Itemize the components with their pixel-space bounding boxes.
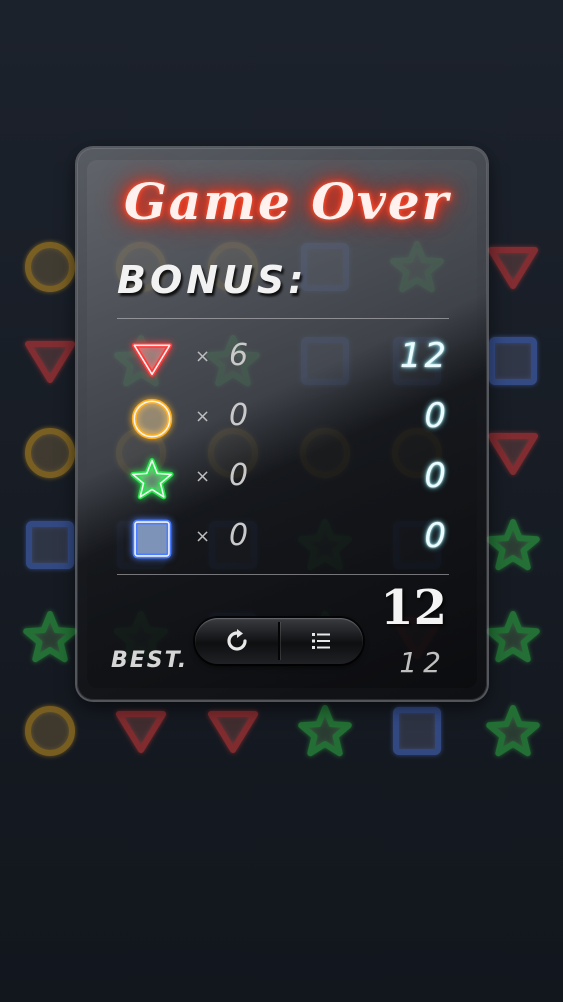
board-piece-star xyxy=(482,514,544,576)
top-divider xyxy=(117,318,449,319)
game-over-dialog: Game Over BONUS: × 6 12 × 0 0 × 0 0 × 0 … xyxy=(77,148,487,700)
bonus-row-circle: × 0 0 xyxy=(117,392,449,448)
board-piece-triangle xyxy=(110,700,172,762)
board-piece-star xyxy=(482,700,544,762)
board-piece-star xyxy=(294,700,356,762)
board-piece-square xyxy=(19,514,81,576)
times-sign: × xyxy=(195,526,211,547)
board-piece-triangle xyxy=(19,330,81,392)
square-count: 0 xyxy=(229,518,249,553)
triangle-score: 12 xyxy=(399,336,449,376)
times-sign: × xyxy=(195,406,211,427)
board-piece-triangle xyxy=(202,700,264,762)
action-buttons xyxy=(195,618,363,664)
bottom-divider xyxy=(117,574,449,575)
star-score: 0 xyxy=(424,456,449,496)
circle-count: 0 xyxy=(229,398,249,433)
board-piece-circle xyxy=(19,700,81,762)
bonus-heading: BONUS: xyxy=(117,258,308,302)
best-label: BEST. xyxy=(111,648,189,673)
star-count: 0 xyxy=(229,458,249,493)
star-icon xyxy=(127,454,177,504)
best-score: 12 xyxy=(399,646,447,679)
restart-icon xyxy=(227,629,247,651)
square-score: 0 xyxy=(424,516,449,556)
total-score: 12 xyxy=(380,580,447,636)
bonus-row-star: × 0 0 xyxy=(117,452,449,508)
restart-button[interactable] xyxy=(195,618,279,664)
board-piece-square xyxy=(482,330,544,392)
board-piece-star xyxy=(482,606,544,668)
board-piece-circle xyxy=(19,236,81,298)
board-piece-square xyxy=(386,700,448,762)
bonus-row-square: × 0 0 xyxy=(117,512,449,568)
triangle-count: 6 xyxy=(229,338,249,373)
circle-score: 0 xyxy=(424,396,449,436)
menu-list-icon xyxy=(312,633,330,649)
board-piece-triangle xyxy=(482,422,544,484)
square-icon xyxy=(127,514,177,564)
board-piece-triangle xyxy=(482,236,544,298)
menu-button[interactable] xyxy=(279,618,363,664)
board-piece-star xyxy=(19,606,81,668)
board-piece-circle xyxy=(19,422,81,484)
times-sign: × xyxy=(195,346,211,367)
bonus-row-triangle: × 6 12 xyxy=(117,332,449,388)
triangle-icon xyxy=(127,334,177,384)
circle-icon xyxy=(127,394,177,444)
game-over-title: Game Over xyxy=(124,172,450,231)
times-sign: × xyxy=(195,466,211,487)
